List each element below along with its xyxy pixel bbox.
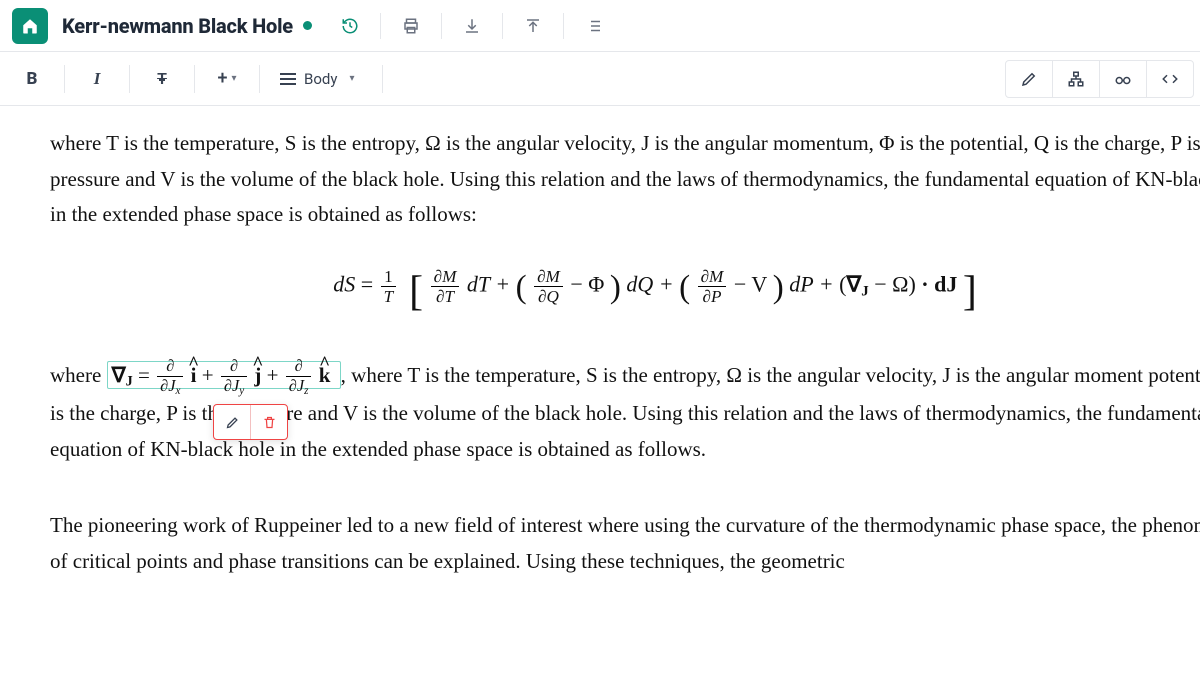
code-button[interactable]	[1146, 60, 1194, 98]
top-bar: Kerr-newmann Black Hole	[0, 0, 1200, 52]
pencil-icon	[225, 415, 240, 430]
download-button[interactable]	[448, 8, 496, 44]
paragraph-style-label: Body	[304, 70, 337, 88]
edit-mode-button[interactable]	[1005, 60, 1053, 98]
paragraph[interactable]: where T is the temperature, S is the ent…	[50, 126, 1200, 233]
glasses-icon	[1114, 70, 1132, 88]
chevron-down-icon: ▾	[231, 73, 236, 84]
tree-icon	[1067, 70, 1085, 88]
trash-icon	[262, 415, 277, 430]
strike-button[interactable]: T	[136, 60, 188, 98]
insert-button[interactable]: +▾	[201, 60, 253, 98]
italic-button[interactable]: I	[71, 60, 123, 98]
print-icon	[402, 17, 420, 35]
equation-display[interactable]: dS = 1T [ ∂M∂T dT + ( ∂M∂Q − Φ ) dQ + ( …	[50, 257, 1200, 328]
separator	[64, 65, 65, 93]
separator	[259, 65, 260, 93]
format-toolbar: B I T +▾ Body ▾	[0, 52, 1200, 106]
separator	[502, 13, 503, 39]
bold-button[interactable]: B	[6, 60, 58, 98]
structure-button[interactable]	[1052, 60, 1100, 98]
separator	[441, 13, 442, 39]
separator	[382, 65, 383, 93]
separator	[194, 65, 195, 93]
code-icon	[1161, 70, 1179, 88]
history-icon	[341, 17, 359, 35]
list-button[interactable]	[570, 8, 618, 44]
upload-icon	[524, 17, 542, 35]
chevron-down-icon: ▾	[349, 73, 354, 84]
paragraph-icon	[280, 73, 296, 85]
list-icon	[585, 17, 603, 35]
print-button[interactable]	[387, 8, 435, 44]
paragraph[interactable]: The pioneering work of Ruppeiner led to …	[50, 508, 1200, 579]
delete-equation-button[interactable]	[251, 405, 287, 439]
separator	[129, 65, 130, 93]
document-title[interactable]: Kerr-newmann Black Hole	[62, 14, 293, 38]
view-button[interactable]	[1099, 60, 1147, 98]
edit-equation-button[interactable]	[214, 405, 250, 439]
home-icon	[21, 17, 39, 35]
equation-edit-popup	[213, 404, 288, 440]
pencil-icon	[1020, 70, 1038, 88]
separator	[563, 13, 564, 39]
history-button[interactable]	[326, 8, 374, 44]
download-icon	[463, 17, 481, 35]
home-button[interactable]	[12, 8, 48, 44]
saved-indicator-icon	[303, 21, 312, 30]
paragraph-style-select[interactable]: Body ▾	[266, 60, 376, 98]
document-content[interactable]: where T is the temperature, S is the ent…	[0, 106, 1200, 579]
separator	[380, 13, 381, 39]
inline-equation-selected[interactable]: ∇J = ∂∂Jx i + ∂∂Jy j + ∂∂Jz k	[107, 361, 341, 389]
upload-button[interactable]	[509, 8, 557, 44]
